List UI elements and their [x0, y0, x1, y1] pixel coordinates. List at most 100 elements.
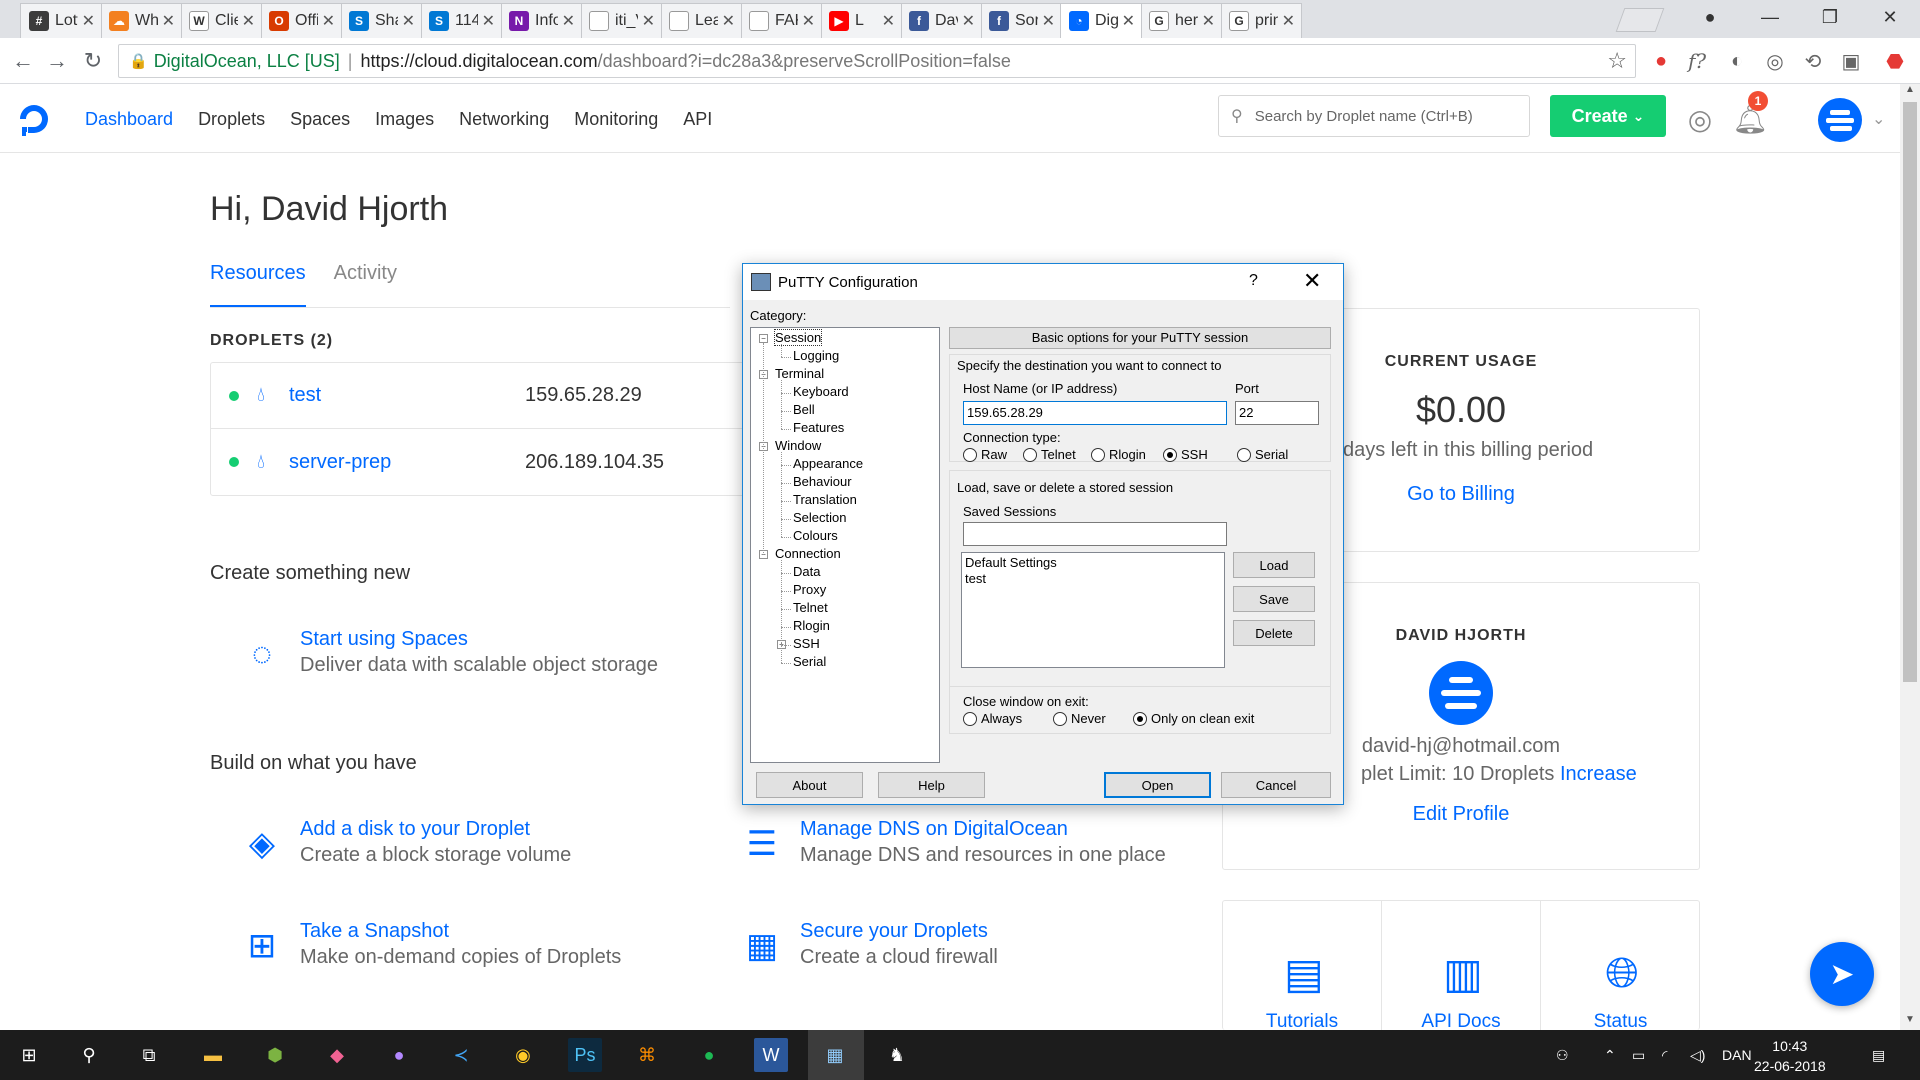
tree-item-window[interactable]: Window	[775, 438, 821, 453]
close-tab-icon[interactable]: ✕	[162, 11, 175, 31]
close-window-button[interactable]: ✕	[1860, 0, 1920, 34]
radio-circle-icon[interactable]	[963, 447, 977, 462]
extension-icon[interactable]: ◐	[1724, 48, 1750, 74]
nav-link-dashboard[interactable]: Dashboard	[85, 109, 173, 130]
putty-titlebar[interactable]: PuTTY Configuration ? ✕	[743, 264, 1343, 300]
file-explorer-icon[interactable]: ▬	[196, 1038, 230, 1072]
take-snapshot-item[interactable]: ⊞ Take a Snapshot Make on-demand copies …	[240, 920, 720, 978]
history-icon[interactable]: ⟲	[1800, 48, 1826, 74]
browser-tab[interactable]: f Dav✕	[900, 3, 982, 38]
api-docs-link[interactable]: ▥ API Docs	[1382, 901, 1541, 1030]
browser-tab[interactable]: iti_V✕	[580, 3, 662, 38]
browser-tab[interactable]: Leav✕	[660, 3, 742, 38]
resource-label[interactable]: API Docs	[1382, 1011, 1540, 1030]
browser-tab[interactable]: # Lott✕	[20, 3, 102, 38]
search-icon[interactable]: ⚲	[72, 1038, 106, 1072]
close-tab-icon[interactable]: ✕	[322, 11, 335, 31]
camera-icon[interactable]: ▣	[1838, 48, 1864, 74]
tree-item-colours[interactable]: Colours	[793, 528, 838, 543]
xampp-icon[interactable]: ⌘	[630, 1038, 664, 1072]
manage-dns-item[interactable]: ☰ Manage DNS on DigitalOcean Manage DNS …	[740, 818, 1220, 876]
browser-tab[interactable]: ☁ Wha✕	[100, 3, 182, 38]
host-name-input[interactable]: 159.65.28.29	[963, 401, 1227, 425]
radio-circle-icon[interactable]	[1133, 711, 1147, 726]
tree-item-appearance[interactable]: Appearance	[793, 456, 863, 471]
browser-tab[interactable]: N Info ✕	[500, 3, 582, 38]
tab-resources[interactable]: Resources	[210, 262, 306, 308]
secure-droplets-item[interactable]: ▦ Secure your Droplets Create a cloud fi…	[740, 920, 1220, 978]
tree-item-telnet[interactable]: Telnet	[793, 600, 828, 615]
tutorials-link[interactable]: ▤ Tutorials	[1223, 901, 1382, 1030]
tree-item-proxy[interactable]: Proxy	[793, 582, 826, 597]
tree-expander-icon[interactable]: −	[759, 334, 768, 343]
feedback-fab-button[interactable]: ➤	[1810, 942, 1874, 1006]
address-bar[interactable]: 🔒 DigitalOcean, LLC [US] | https://cloud…	[118, 44, 1636, 78]
droplet-search-input[interactable]: ⚲ Search by Droplet name (Ctrl+B)	[1218, 95, 1530, 137]
volume-icon[interactable]: ◁)	[1690, 1030, 1705, 1080]
restore-button[interactable]: ❐	[1800, 0, 1860, 34]
saved-sessions-input[interactable]	[963, 522, 1227, 546]
item-title[interactable]: Secure your Droplets	[800, 920, 988, 943]
close-tab-icon[interactable]: ✕	[242, 11, 255, 31]
app-icon[interactable]: ♞	[880, 1038, 914, 1072]
scrollbar-thumb[interactable]	[1903, 102, 1917, 682]
droplet-row[interactable]: 💧︎ server-prep 206.189.104.35	[211, 429, 751, 495]
increase-link[interactable]: Increase	[1560, 763, 1637, 785]
item-title[interactable]: Manage DNS on DigitalOcean	[800, 818, 1068, 841]
open-button[interactable]: Open	[1104, 772, 1211, 798]
radio-circle-icon[interactable]	[1091, 447, 1105, 462]
task-view-icon[interactable]: ⧉	[132, 1038, 166, 1072]
wifi-icon[interactable]: ◜	[1662, 1030, 1667, 1080]
browser-tab[interactable]: O Offi ✕	[260, 3, 342, 38]
category-tree[interactable]: Session − Logging Terminal − Keyboard Bell Feat…	[750, 327, 940, 763]
cancel-button[interactable]: Cancel	[1221, 772, 1331, 798]
radio-close-option[interactable]: Never	[1053, 711, 1106, 726]
scroll-up-arrow-icon[interactable]: ▲	[1900, 84, 1920, 100]
avatar[interactable]	[1818, 98, 1862, 142]
about-button[interactable]: About	[756, 772, 863, 798]
close-tab-icon[interactable]: ✕	[482, 11, 495, 31]
resource-label[interactable]: Status	[1541, 1011, 1699, 1030]
close-tab-icon[interactable]: ✕	[642, 11, 655, 31]
clock[interactable]: 10:43 22-06-2018	[1754, 1036, 1826, 1076]
radio-serial[interactable]: Serial	[1237, 447, 1288, 462]
app-icon[interactable]: ⬢	[258, 1038, 292, 1072]
forward-button[interactable]: →	[42, 46, 72, 76]
radio-raw[interactable]: Raw	[963, 447, 1007, 462]
browser-tab[interactable]: S 114 ✕	[420, 3, 502, 38]
tree-item-selection[interactable]: Selection	[793, 510, 846, 525]
browser-tab[interactable]: f Sori✕	[980, 3, 1062, 38]
support-lifebuoy-icon[interactable]: ◎	[1682, 101, 1718, 137]
nav-link-monitoring[interactable]: Monitoring	[574, 109, 658, 130]
browser-tab[interactable]: FAK✕	[740, 3, 822, 38]
radio-circle-icon[interactable]	[1237, 447, 1251, 462]
radio-ssh[interactable]: SSH	[1163, 447, 1208, 462]
word-icon[interactable]: W	[754, 1038, 788, 1072]
radio-rlogin[interactable]: Rlogin	[1091, 447, 1146, 462]
windows-start-icon[interactable]: ⊞	[12, 1038, 46, 1072]
tree-item-logging[interactable]: Logging	[793, 348, 839, 363]
radio-circle-icon[interactable]	[1023, 447, 1037, 462]
chrome-icon[interactable]: ◉	[506, 1038, 540, 1072]
save-button[interactable]: Save	[1233, 586, 1315, 612]
extension-icon[interactable]: ⬣	[1882, 48, 1908, 74]
back-button[interactable]: ←	[8, 46, 38, 76]
minimize-button[interactable]: —	[1740, 0, 1800, 34]
tree-item-session[interactable]: Session	[773, 329, 823, 346]
radio-close-option[interactable]: Only on clean exit	[1133, 711, 1254, 726]
scroll-down-arrow-icon[interactable]: ▼	[1900, 1014, 1920, 1030]
close-tab-icon[interactable]: ✕	[722, 11, 735, 31]
start-spaces-item[interactable]: ◌ Start using Spaces Deliver data with s…	[240, 628, 720, 686]
nav-link-droplets[interactable]: Droplets	[198, 109, 265, 130]
status-link[interactable]: 🌐︎ Status	[1541, 901, 1699, 1031]
help-button[interactable]: Help	[878, 772, 985, 798]
close-tab-icon[interactable]: ✕	[562, 11, 575, 31]
item-title[interactable]: Add a disk to your Droplet	[300, 818, 530, 841]
close-tab-icon[interactable]: ✕	[1202, 11, 1215, 31]
tree-item-data[interactable]: Data	[793, 564, 820, 579]
new-tab-button[interactable]	[1615, 8, 1665, 32]
droplet-name[interactable]: test	[289, 384, 321, 407]
tree-item-behaviour[interactable]: Behaviour	[793, 474, 852, 489]
photoshop-icon[interactable]: Ps	[568, 1038, 602, 1072]
browser-tab[interactable]: Gprin ✕	[1220, 3, 1302, 38]
